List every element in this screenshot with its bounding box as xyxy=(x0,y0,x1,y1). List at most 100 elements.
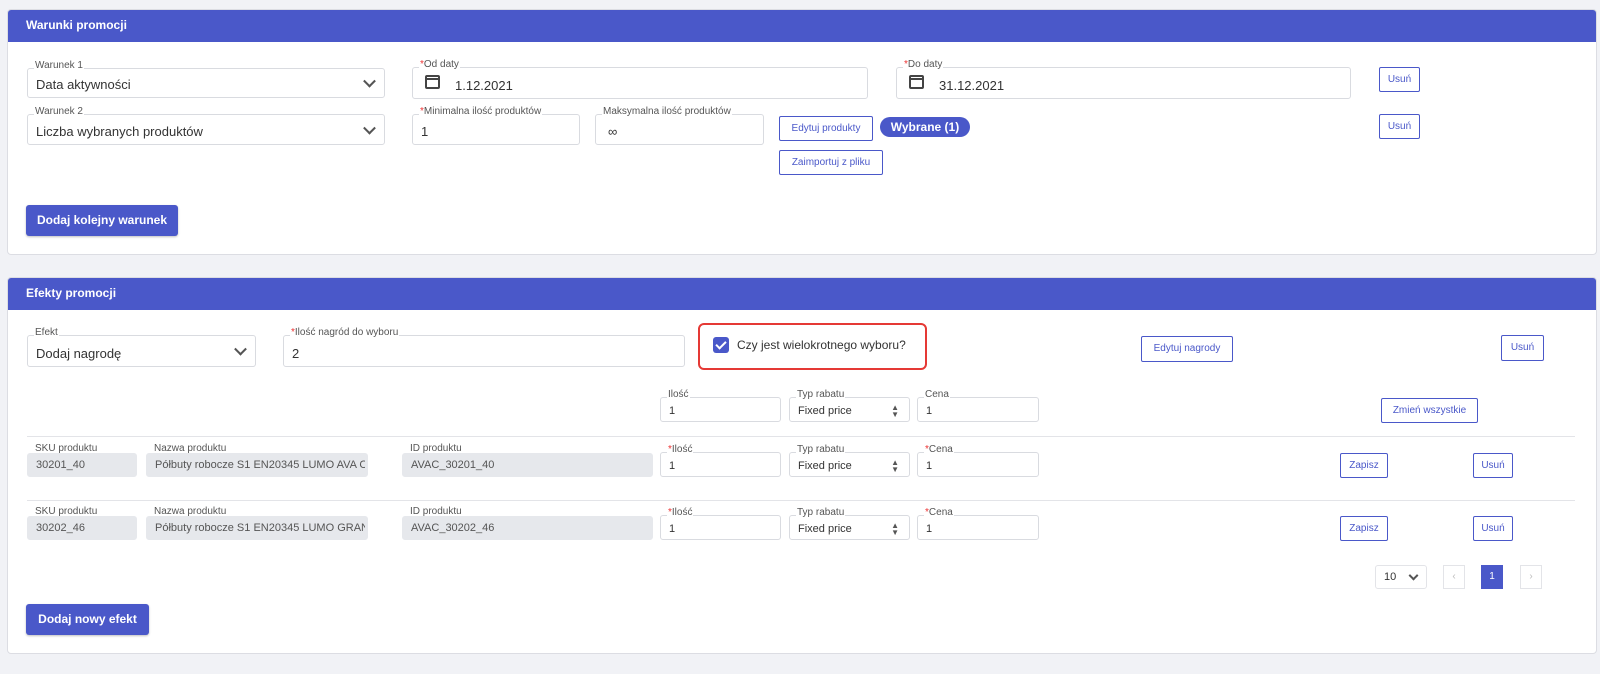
condition-2-select[interactable]: Warunek 2 Liczba wybranych produktów xyxy=(27,106,385,145)
row-1-qty-value: 1 xyxy=(669,460,676,472)
from-date-field[interactable]: *Od daty 1.12.2021 xyxy=(412,59,868,99)
row-1-qty-label: Ilość xyxy=(671,444,693,455)
remove-condition-1-button[interactable]: Usuń xyxy=(1379,67,1420,92)
from-date-value: 1.12.2021 xyxy=(455,78,513,93)
rewards-count-value: 2 xyxy=(292,346,300,361)
to-date-label: Do daty xyxy=(907,59,943,70)
calendar-icon[interactable] xyxy=(425,75,440,89)
divider xyxy=(27,436,1575,437)
bulk-discount-value: Fixed price xyxy=(798,405,852,417)
row-2-remove-button[interactable]: Usuń xyxy=(1473,516,1513,541)
row-2-discount-label: Typ rabatu xyxy=(796,507,846,518)
row-2-id-label: ID produktu xyxy=(410,506,462,517)
edit-products-button[interactable]: Edytuj produkty xyxy=(779,116,873,141)
effects-header: Efekty promocji xyxy=(8,278,1596,310)
edit-rewards-button[interactable]: Edytuj nagrody xyxy=(1141,336,1233,362)
chevron-down-icon xyxy=(1408,570,1419,581)
min-products-label: Minimalna ilość produktów xyxy=(423,106,542,117)
bulk-discount-select[interactable]: Typ rabatu Fixed price ▲ ▼ xyxy=(789,389,910,422)
chevron-down-icon xyxy=(234,342,247,356)
row-2-price-field[interactable]: *Cena 1 xyxy=(917,507,1039,540)
row-1-price-field[interactable]: *Cena 1 xyxy=(917,444,1039,477)
row-1-discount-label: Typ rabatu xyxy=(796,444,846,455)
row-2-price-label: Cena xyxy=(928,507,953,518)
to-date-field[interactable]: *Do daty 31.12.2021 xyxy=(896,59,1351,99)
bulk-qty-value: 1 xyxy=(669,405,676,417)
selected-products-badge[interactable]: Wybrane (1) xyxy=(880,117,970,137)
row-2-discount-value: Fixed price xyxy=(798,523,852,535)
max-products-label: Maksymalna ilość produktów xyxy=(602,106,732,117)
sort-arrows-icon: ▲ ▼ xyxy=(891,458,899,474)
row-1-id-label: ID produktu xyxy=(410,443,462,454)
row-2-save-button[interactable]: Zapisz xyxy=(1340,516,1388,541)
row-2-sku-value: 30202_46 xyxy=(36,522,85,534)
row-1-price-label: Cena xyxy=(928,444,953,455)
remove-condition-2-button[interactable]: Usuń xyxy=(1379,114,1420,139)
row-1-name-label: Nazwa produktu xyxy=(154,443,227,454)
row-1-save-button[interactable]: Zapisz xyxy=(1340,453,1388,478)
row-1-sku-value: 30201_40 xyxy=(36,459,85,471)
effect-label: Efekt xyxy=(34,327,59,338)
conditions-header: Warunki promocji xyxy=(8,10,1596,42)
bulk-qty-field[interactable]: Ilość 1 xyxy=(660,389,781,422)
bulk-qty-label: Ilość xyxy=(667,389,690,400)
bulk-discount-label: Typ rabatu xyxy=(796,389,846,400)
divider xyxy=(27,500,1575,501)
row-1-sku-label: SKU produktu xyxy=(35,443,98,454)
row-2-name-field: Nazwa produktu Półbuty robocze S1 EN2034… xyxy=(146,506,368,540)
chevron-down-icon xyxy=(363,121,376,135)
row-2-name-value: Półbuty robocze S1 EN20345 LUMO GRANATOW… xyxy=(155,522,365,534)
condition-2-label: Warunek 2 xyxy=(34,106,84,117)
sort-arrows-icon: ▲ ▼ xyxy=(891,521,899,537)
row-1-id-value: AVAC_30201_40 xyxy=(411,459,495,471)
row-1-name-field: Nazwa produktu Półbuty robocze S1 EN2034… xyxy=(146,443,368,477)
row-2-name-label: Nazwa produktu xyxy=(154,506,227,517)
page-1-button[interactable]: 1 xyxy=(1481,565,1503,589)
effects-card: Efekty promocji Efekt Dodaj nagrodę *Ilo… xyxy=(7,277,1597,654)
rewards-count-label: Ilość nagród do wyboru xyxy=(294,327,399,338)
row-1-remove-button[interactable]: Usuń xyxy=(1473,453,1513,478)
effect-select[interactable]: Efekt Dodaj nagrodę xyxy=(27,327,256,367)
row-1-qty-field[interactable]: *Ilość 1 xyxy=(660,444,781,477)
add-condition-button[interactable]: Dodaj kolejny warunek xyxy=(26,205,178,236)
row-2-discount-select[interactable]: Typ rabatu Fixed price ▲ ▼ xyxy=(789,507,910,540)
max-products-field[interactable]: Maksymalna ilość produktów ∞ xyxy=(595,106,764,145)
row-2-qty-field[interactable]: *Ilość 1 xyxy=(660,507,781,540)
row-2-id-field: ID produktu AVAC_30202_46 xyxy=(402,506,653,540)
import-from-file-button[interactable]: Zaimportuj z pliku xyxy=(779,150,883,175)
row-2-qty-value: 1 xyxy=(669,523,676,535)
min-products-value: 1 xyxy=(421,124,429,139)
to-date-value: 31.12.2021 xyxy=(939,78,1005,93)
condition-1-select[interactable]: Warunek 1 Data aktywności xyxy=(27,60,385,98)
min-products-field[interactable]: *Minimalna ilość produktów 1 xyxy=(412,106,580,145)
condition-2-value: Liczba wybranych produktów xyxy=(36,124,203,139)
row-2-id-value: AVAC_30202_46 xyxy=(411,522,495,534)
row-2-sku-label: SKU produktu xyxy=(35,506,98,517)
bulk-price-field[interactable]: Cena 1 xyxy=(917,389,1039,422)
row-1-price-value: 1 xyxy=(926,460,933,472)
row-1-discount-select[interactable]: Typ rabatu Fixed price ▲ ▼ xyxy=(789,444,910,477)
rewards-count-field[interactable]: *Ilość nagród do wyboru 2 xyxy=(283,327,685,367)
prev-page-button[interactable]: ‹ xyxy=(1443,565,1465,589)
chevron-down-icon xyxy=(363,74,376,88)
max-products-value: ∞ xyxy=(608,124,618,139)
row-1-sku-field: SKU produktu 30201_40 xyxy=(27,443,137,477)
condition-1-value: Data aktywności xyxy=(36,77,131,92)
add-effect-button[interactable]: Dodaj nowy efekt xyxy=(26,604,149,635)
page-size-select[interactable]: 10 xyxy=(1375,565,1427,589)
row-2-qty-label: Ilość xyxy=(671,507,693,518)
condition-1-label: Warunek 1 xyxy=(34,60,84,71)
row-1-discount-value: Fixed price xyxy=(798,460,852,472)
remove-effect-button[interactable]: Usuń xyxy=(1501,335,1544,361)
change-all-button[interactable]: Zmień wszystkie xyxy=(1381,398,1478,423)
page-size-value: 10 xyxy=(1384,571,1397,583)
calendar-icon[interactable] xyxy=(909,75,924,89)
multi-choice-checkbox[interactable] xyxy=(713,337,729,353)
row-1-id-field: ID produktu AVAC_30201_40 xyxy=(402,443,653,477)
multi-choice-highlight[interactable]: Czy jest wielokrotnego wyboru? xyxy=(698,323,927,370)
sort-arrows-icon: ▲ ▼ xyxy=(891,403,899,419)
next-page-button[interactable]: › xyxy=(1520,565,1542,589)
row-2-price-value: 1 xyxy=(926,523,933,535)
row-2-sku-field: SKU produktu 30202_46 xyxy=(27,506,137,540)
bulk-price-label: Cena xyxy=(924,389,950,400)
